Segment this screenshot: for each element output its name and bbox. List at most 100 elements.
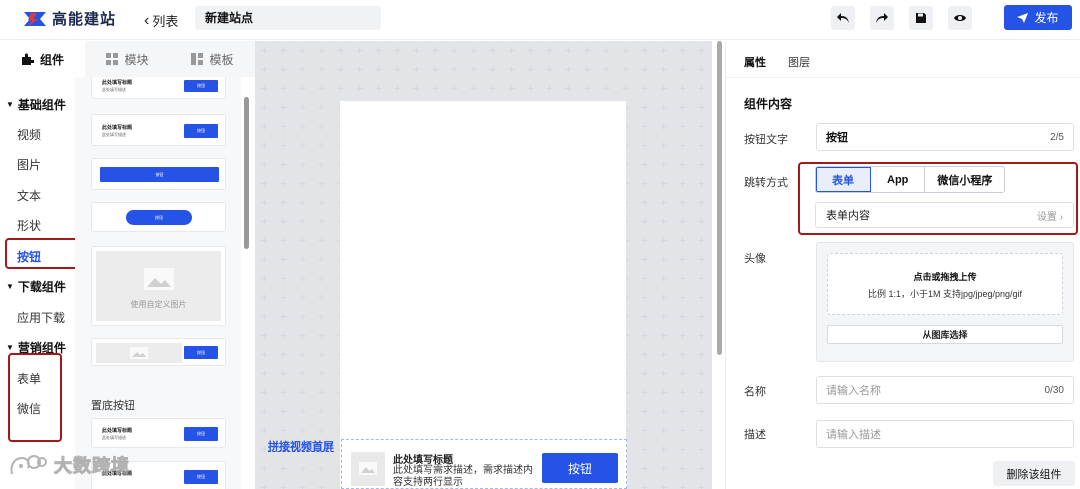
palette-card-bottom-button[interactable]: 此处填写标题 此处填写描述 按钮 [91, 418, 226, 448]
category-shape[interactable]: 形状 [17, 217, 41, 234]
card-title: 此处填写标题 [102, 80, 133, 86]
name-label: 名称 [744, 386, 766, 398]
card-button: 按钮 [126, 210, 192, 225]
card-desc: 此处填写描述 [102, 87, 126, 92]
bottom-fixed-bar[interactable]: 此处填写标题 此处填写需求描述，需求描述内容支持两行显示 按钮 [341, 439, 627, 489]
card-desc: 此处填写描述 [102, 435, 126, 440]
bottom-bar-button[interactable]: 按钮 [542, 453, 618, 483]
top-bar: 高能建站 ‹ 列表 新建站点 发布 [0, 0, 1080, 40]
watermark-logo-icon [10, 455, 47, 475]
card-button: 按钮 [184, 427, 218, 441]
palette-card-round-button[interactable]: 按钮 [91, 202, 226, 232]
button-text-label: 按钮文字 [744, 134, 788, 146]
upload-dropzone[interactable]: 点击或拖拽上传 比例 1:1，小于1M 支持jpg/jpeg/png/gif [827, 253, 1063, 315]
button-text-input[interactable]: 按钮 2/5 [816, 123, 1074, 151]
image-icon [130, 347, 148, 359]
avatar-label: 头像 [744, 253, 766, 265]
caret-down-icon: ▼ [6, 343, 14, 352]
watermark-text: 大数跨境 [54, 456, 130, 477]
button-text-value: 按钮 [826, 132, 848, 144]
tab-components-label: 组件 [39, 52, 64, 67]
brand-logo[interactable]: 高能建站 [20, 8, 116, 29]
card-button: 按钮 [184, 80, 218, 92]
preview-button[interactable] [948, 6, 972, 30]
send-icon [1017, 12, 1029, 23]
jump-type-label: 跳转方式 [744, 177, 788, 189]
category-app-download[interactable]: 应用下载 [17, 309, 65, 326]
caret-down-icon: ▼ [6, 100, 14, 109]
upload-hint: 比例 1:1，小于1M 支持jpg/jpeg/png/gif [867, 289, 1023, 299]
palette-card-full-button[interactable]: 按钮 [91, 158, 226, 190]
back-label: 列表 [152, 14, 179, 29]
left-panel-tabs: 组件 模块 模板 [0, 41, 255, 77]
avatar-upload-box: 点击或拖拽上传 比例 1:1，小于1M 支持jpg/jpeg/png/gif 从… [816, 242, 1074, 362]
section-bottom-button-title: 置底按钮 [91, 400, 135, 412]
brand-name: 高能建站 [52, 11, 117, 28]
name-placeholder: 请输入名称 [826, 385, 881, 397]
card-button: 按钮 [184, 470, 218, 484]
category-image[interactable]: 图片 [17, 156, 41, 173]
bottom-bar-image [351, 452, 385, 486]
bottom-bar-title: 此处填写标题 [393, 455, 453, 466]
tab-components[interactable]: 组件 [0, 41, 85, 77]
save-icon [916, 13, 926, 23]
image-placeholder [96, 343, 182, 363]
group-basic[interactable]: ▼ 基础组件 [6, 96, 66, 113]
back-to-list-link[interactable]: ‹ 列表 [144, 11, 178, 30]
desc-input[interactable]: 请输入描述 [816, 420, 1074, 448]
desc-label: 描述 [744, 429, 766, 441]
canvas-scrollbar[interactable] [717, 41, 722, 355]
publish-button[interactable]: 发布 [1004, 5, 1072, 30]
save-button[interactable] [909, 6, 933, 30]
delete-component-button[interactable]: 删除该组件 [993, 461, 1075, 486]
caret-down-icon: ▼ [6, 282, 14, 291]
palette-card-title-button[interactable]: 此处填写标题 此处填写描述 按钮 [91, 77, 226, 99]
category-text[interactable]: 文本 [17, 187, 41, 204]
name-input[interactable]: 请输入名称 0/30 [816, 376, 1074, 404]
choose-from-library-button[interactable]: 从图库选择 [827, 325, 1063, 344]
editor-canvas[interactable]: 拼接视频首屏 此处填写标题 此处填写需求描述，需求描述内容支持两行显示 按钮 [255, 41, 712, 489]
image-icon [144, 268, 174, 290]
card-button: 按钮 [184, 124, 218, 138]
upload-title: 点击或拖拽上传 [913, 272, 977, 282]
highlight-jump-type [798, 162, 1078, 235]
chevron-left-icon: ‹ [144, 11, 150, 29]
group-download[interactable]: ▼ 下载组件 [6, 278, 66, 295]
category-video[interactable]: 视频 [17, 126, 41, 143]
group-basic-label: 基础组件 [17, 98, 66, 112]
palette-card-image-button[interactable]: 按钮 [91, 338, 226, 366]
grid-icon [106, 53, 119, 65]
card-title: 此处填写标题 [102, 125, 133, 131]
image-placeholder: 使用自定义图片 [96, 251, 221, 321]
properties-panel: 属性 图层 组件内容 按钮文字 按钮 2/5 跳转方式 表单 App 微信小程序… [725, 41, 1080, 489]
image-icon [359, 462, 377, 475]
palette-scrollbar[interactable] [244, 97, 249, 249]
custom-image-label: 使用自定义图片 [130, 300, 187, 309]
name-count: 0/30 [1044, 384, 1064, 396]
card-button: 按钮 [100, 167, 219, 182]
card-title: 此处填写标题 [102, 428, 133, 434]
watermark: 大数跨境 [8, 452, 130, 478]
card-button: 按钮 [184, 346, 218, 359]
tab-properties[interactable]: 属性 [744, 54, 766, 70]
tab-templates[interactable]: 模板 [170, 41, 255, 77]
canvas-section-label[interactable]: 拼接视频首屏 [268, 438, 334, 454]
publish-label: 发布 [1034, 11, 1059, 25]
tab-layers[interactable]: 图层 [788, 54, 810, 70]
tab-divider [726, 77, 1080, 78]
site-name-input[interactable]: 新建站点 [195, 6, 381, 30]
properties-tabs: 属性 图层 [744, 54, 832, 70]
palette-card-title-button-2[interactable]: 此处填写标题 此处填写描述 按钮 [91, 114, 226, 146]
card-desc: 此处填写描述 [102, 132, 126, 137]
tab-modules[interactable]: 模块 [85, 41, 170, 77]
palette-card-custom-image[interactable]: 使用自定义图片 [91, 246, 226, 326]
undo-button[interactable] [831, 6, 855, 30]
puzzle-icon [21, 53, 34, 65]
component-palette: 此处填写标题 此处填写描述 按钮 此处填写标题 此处填写描述 按钮 按钮 按钮 … [75, 77, 241, 489]
template-icon [191, 53, 204, 65]
bottom-bar-desc: 此处填写需求描述，需求描述内容支持两行显示 [393, 465, 533, 488]
phone-preview[interactable] [340, 101, 626, 489]
redo-button[interactable] [870, 6, 894, 30]
group-download-label: 下载组件 [17, 280, 66, 294]
desc-placeholder: 请输入描述 [826, 429, 881, 441]
